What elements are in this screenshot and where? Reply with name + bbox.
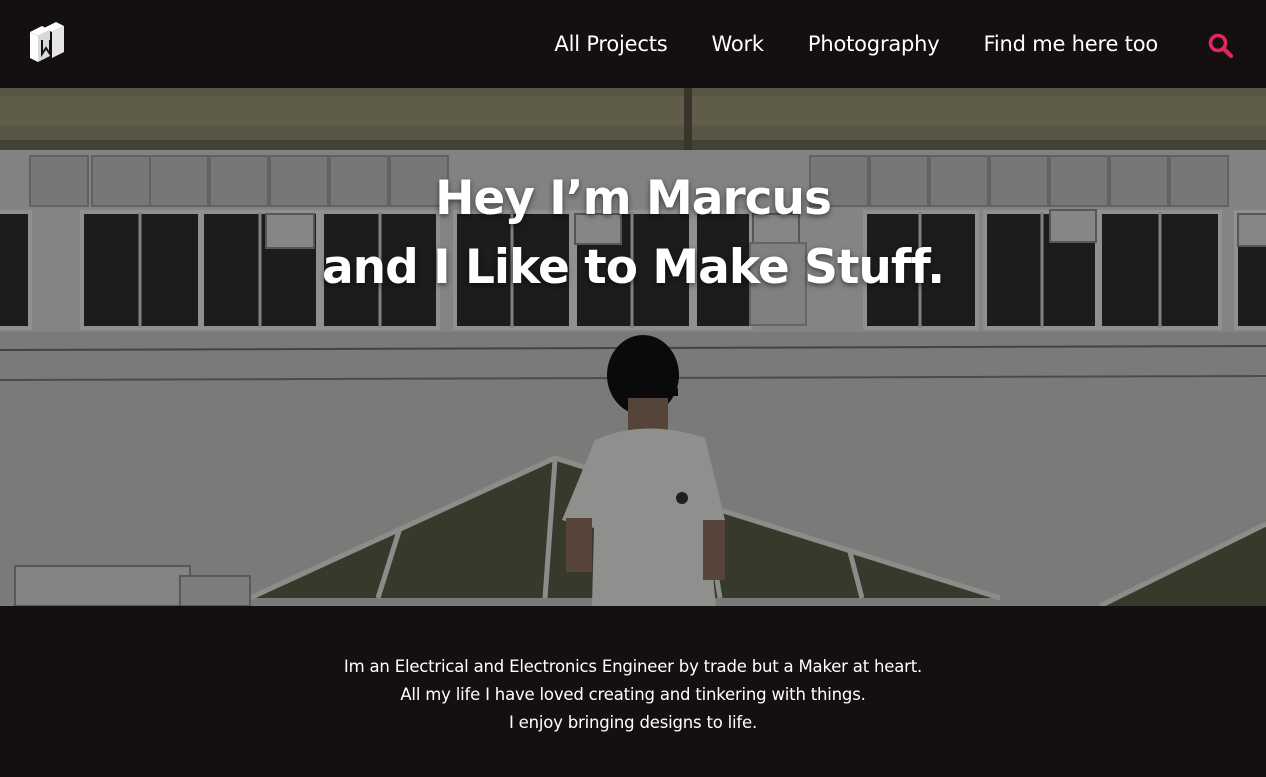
about-section: Im an Electrical and Electronics Enginee… <box>0 606 1266 777</box>
top-navigation: All Projects Work Photography Find me he… <box>0 0 1266 88</box>
about-line-2: All my life I have loved creating and ti… <box>400 685 866 704</box>
nav-links: All Projects Work Photography Find me he… <box>510 0 1158 88</box>
hero-title: Hey I’m Marcus and I Like to Make Stuff. <box>0 164 1266 302</box>
hero-banner: Hey I’m Marcus and I Like to Make Stuff. <box>0 88 1266 606</box>
nav-link-photography[interactable]: Photography <box>808 32 940 56</box>
nav-link-find-me[interactable]: Find me here too <box>984 32 1159 56</box>
about-line-1: Im an Electrical and Electronics Enginee… <box>343 657 923 676</box>
about-line-3: I enjoy bringing designs to life. <box>508 713 758 732</box>
nav-link-all-projects[interactable]: All Projects <box>554 32 667 56</box>
search-icon[interactable] <box>1207 32 1235 60</box>
nav-link-work[interactable]: Work <box>712 32 765 56</box>
cube-logo-icon[interactable] <box>28 22 66 66</box>
hero-title-line-1: Hey I’m Marcus <box>435 171 832 226</box>
hero-title-line-2: and I Like to Make Stuff. <box>321 240 945 295</box>
